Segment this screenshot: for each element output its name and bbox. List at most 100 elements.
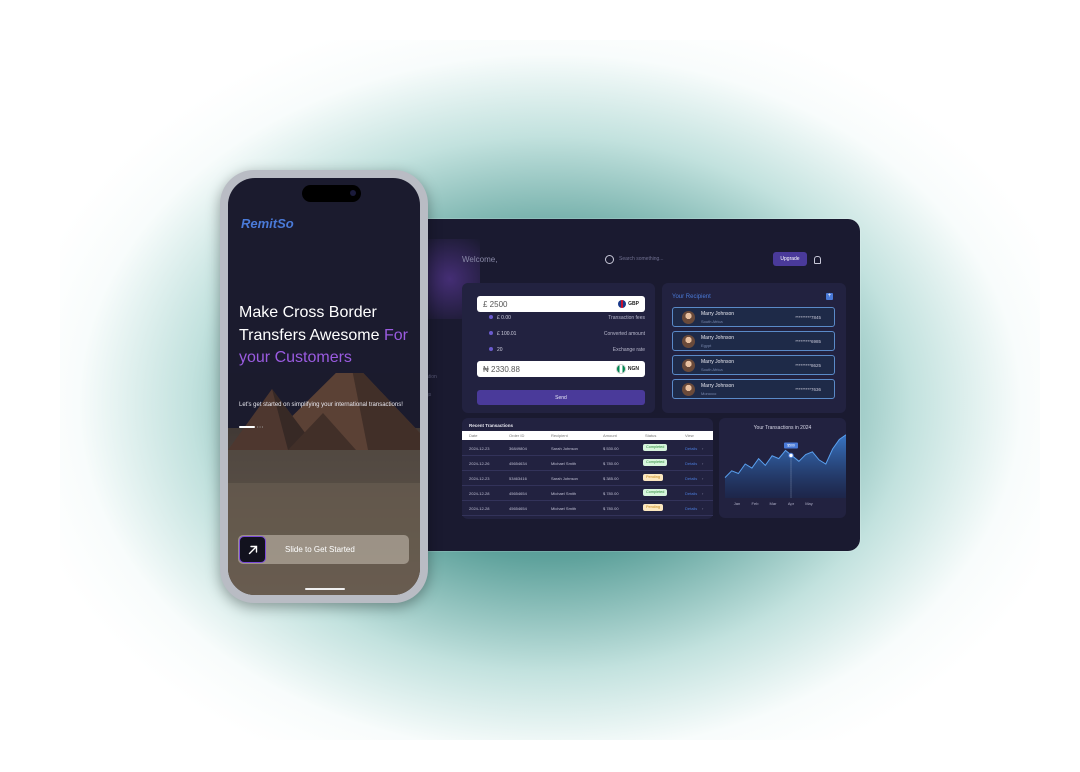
column-header: Order ID <box>509 433 525 438</box>
x-tick-label: Feb <box>752 501 760 506</box>
avatar <box>682 383 695 396</box>
bell-icon[interactable] <box>814 256 821 264</box>
add-recipient-button[interactable]: + <box>826 293 833 300</box>
fee-row-converted: £ 100.01 Converted amount <box>489 331 645 337</box>
recipient-country: South Africa <box>701 319 723 324</box>
x-tick-label: May <box>805 501 813 506</box>
phone-screen: RemitSo Make Cross Border Transfers Awes… <box>228 178 420 595</box>
send-button[interactable]: Send <box>477 390 645 405</box>
status-badge: Completed <box>643 459 668 466</box>
cell-date: 2024-12-26 <box>469 461 490 466</box>
cell-recipient: Sarah Johnson <box>551 476 578 481</box>
details-link[interactable]: Details <box>685 506 697 511</box>
dashboard-window: ation gs Welcome, Search something... Up… <box>400 219 860 551</box>
column-header: Amount <box>603 433 617 438</box>
cell-amount: $ 530.00 <box>603 446 619 451</box>
table-row: 2024-12-28 45654654 Michael Smith $ 780.00 P… <box>462 501 713 516</box>
highlight-point <box>788 452 794 459</box>
recipients-title: Your Recipient <box>672 294 711 300</box>
chevron-right-icon[interactable]: › <box>702 476 703 481</box>
fee-value: £ 100.01 <box>497 331 517 337</box>
cell-order-id: 45654634 <box>509 461 527 466</box>
recipient-card[interactable]: Marry Johnson South Africa *********8625 <box>672 355 835 375</box>
details-link[interactable]: Details <box>685 461 697 466</box>
remitso-logo: RemitSo <box>241 216 294 231</box>
status-badge: Pending <box>643 474 663 481</box>
headline-text: Make Cross Border Transfers Awesome <box>239 304 380 344</box>
status-badge: Completed <box>643 444 668 451</box>
details-link[interactable]: Details <box>685 476 697 481</box>
highlight-value: $500 <box>787 444 795 448</box>
search-input[interactable]: Search something... <box>619 256 663 262</box>
recipient-country: Egypt <box>701 343 712 348</box>
recipient-card[interactable]: Marry Johnson Morocco *********7636 <box>672 379 835 399</box>
recipient-card[interactable]: Marry Johnson Egypt *********6985 <box>672 331 835 351</box>
bullet-icon <box>489 315 493 319</box>
recipient-account: *********8625 <box>795 363 821 368</box>
recipient-card[interactable]: Marry Johnson South Africa *********7845 <box>672 307 835 327</box>
send-currency-select[interactable]: GBP <box>618 300 639 308</box>
cell-date: 2024-12-28 <box>469 506 490 511</box>
send-amount-value: £ 2500 <box>483 299 508 309</box>
details-link[interactable]: Details <box>685 491 697 496</box>
x-tick-label: Jan <box>734 501 740 506</box>
recipient-account: *********7636 <box>795 387 821 392</box>
recipient-country: South Africa <box>701 367 723 372</box>
fee-label: Exchange rate <box>612 347 645 353</box>
avatar <box>682 335 695 348</box>
x-tick-label: Mar <box>770 501 778 506</box>
details-link[interactable]: Details <box>685 446 697 451</box>
chevron-right-icon[interactable]: › <box>702 491 703 496</box>
table-row: 2024-12-26 45654634 Michael Smith $ 780.00 C… <box>462 456 713 471</box>
send-amount-field[interactable]: £ 2500 GBP <box>477 296 645 312</box>
fee-row-rate: 20 Exchange rate <box>489 347 645 353</box>
cell-date: 2024-12-28 <box>469 491 490 496</box>
uk-flag-icon <box>618 300 627 308</box>
receive-amount-field[interactable]: ₦ 2330.88 NGN <box>477 361 645 377</box>
cell-recipient: Michael Smith <box>551 506 577 511</box>
dynamic-island <box>302 185 361 202</box>
bullet-icon <box>489 331 493 335</box>
slide-to-start-track[interactable]: Slide to Get Started <box>238 535 409 564</box>
cell-amount: $ 780.00 <box>603 491 619 496</box>
upgrade-button[interactable]: Upgrade <box>773 252 807 266</box>
cell-order-id: 45654654 <box>509 506 527 511</box>
column-header: Status <box>645 433 657 438</box>
recipient-name: Marry Johnson <box>701 311 735 317</box>
chevron-right-icon[interactable]: › <box>702 461 703 466</box>
chevron-right-icon[interactable]: › <box>702 446 703 451</box>
fee-row-fees: £ 0.00 Transaction fees <box>489 315 645 321</box>
onboarding-headline: Make Cross Border Transfers Awesome For … <box>239 302 414 370</box>
onboarding-progress: ••• <box>239 425 269 429</box>
send-currency-code: GBP <box>628 301 639 307</box>
onboarding-tagline: Let's get started on simplifying your in… <box>239 402 403 408</box>
nigeria-flag-icon <box>615 364 626 374</box>
table-header: Date Order ID Recipient Amount Status Vi… <box>462 431 713 440</box>
camera-icon <box>350 190 356 196</box>
recipients-panel: Your Recipient + Marry Johnson South Afri… <box>662 283 846 413</box>
chevron-right-icon[interactable]: › <box>702 506 703 511</box>
arrow-up-right-icon <box>248 545 257 554</box>
slide-handle[interactable] <box>239 536 266 563</box>
transactions-panel: Recent Transactions Date Order ID Recipi… <box>462 418 713 519</box>
column-header: Date <box>469 433 478 438</box>
transactions-title: Recent Transactions <box>469 423 514 428</box>
cell-date: 2024-12-23 <box>469 446 490 451</box>
recipient-name: Marry Johnson <box>701 359 735 365</box>
status-badge: Pending <box>643 504 663 511</box>
column-header: Recipient <box>551 433 568 438</box>
receive-currency-select[interactable]: NGN <box>615 364 639 374</box>
receive-amount-value: ₦ 2330.88 <box>483 364 520 374</box>
welcome-text: Welcome, <box>462 255 498 264</box>
cell-recipient: Sarah Johnson <box>551 446 578 451</box>
x-tick-label: Apr <box>788 501 795 506</box>
status-badge: Completed <box>643 489 668 496</box>
recipient-name: Marry Johnson <box>701 335 735 341</box>
fee-label: Transaction fees <box>608 315 645 321</box>
search-icon[interactable] <box>605 255 614 264</box>
cell-date: 2024-12-23 <box>469 476 490 481</box>
cell-recipient: Michael Smith <box>551 461 577 466</box>
cell-amount: $ 385.00 <box>603 476 619 481</box>
transactions-area-chart: $500 Jan Feb Mar Apr May <box>724 434 846 506</box>
recipient-country: Morocco <box>701 391 717 396</box>
